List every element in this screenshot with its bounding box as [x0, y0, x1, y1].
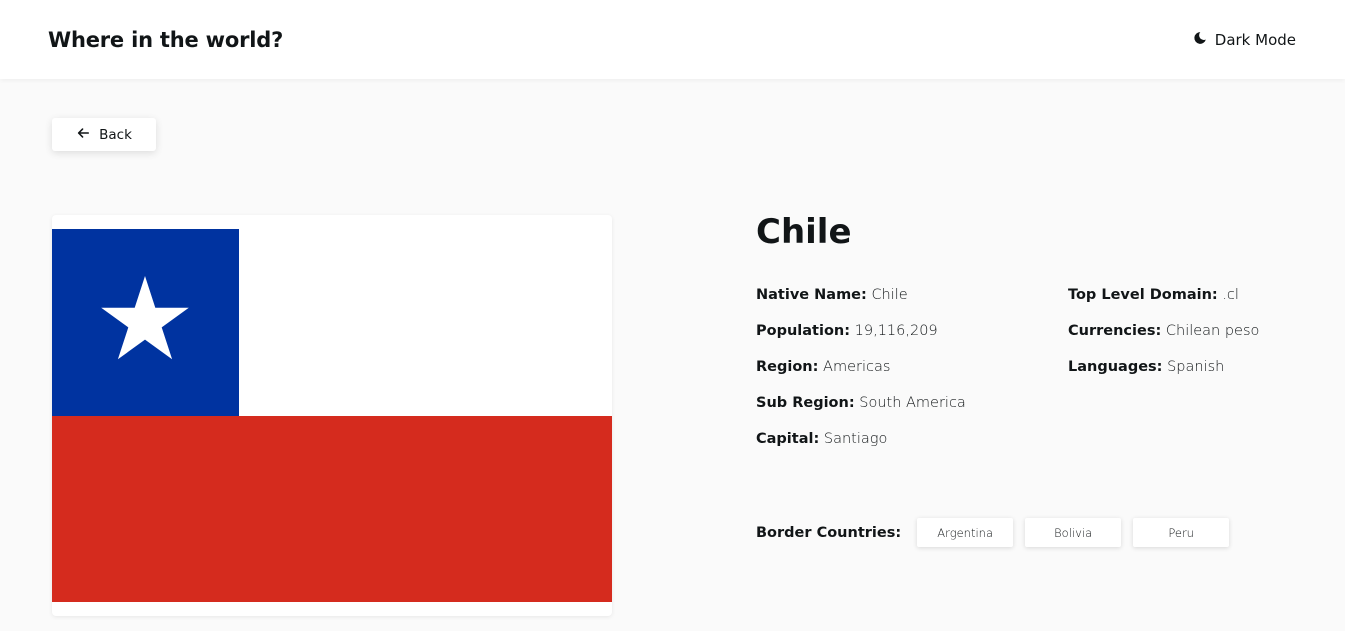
detail-population: Population: 19,116,209	[756, 323, 938, 339]
border-country-bolivia[interactable]: Bolivia	[1025, 518, 1122, 547]
detail-sub-region: Sub Region: South America	[756, 395, 966, 411]
detail-languages: Languages: Spanish	[1068, 359, 1225, 375]
flag-red-band	[52, 416, 612, 602]
detail-capital: Capital: Santiago	[756, 431, 888, 447]
border-countries-label: Border Countries:	[756, 524, 902, 541]
details-left: Native Name: Chile Population: 19,116,20…	[756, 285, 966, 465]
back-button-label: Back	[99, 126, 132, 143]
back-button[interactable]: Back	[52, 118, 156, 151]
details-right: Top Level Domain: .cl Currencies: Chilea…	[1068, 285, 1259, 393]
moon-icon	[1193, 31, 1207, 49]
arrow-left-icon	[76, 126, 90, 144]
country-name: Chile	[756, 212, 852, 252]
flag-card	[52, 215, 612, 616]
border-country-peru[interactable]: Peru	[1133, 518, 1230, 547]
site-header: Where in the world? Dark Mode	[0, 0, 1345, 79]
detail-currencies: Currencies: Chilean peso	[1068, 323, 1260, 339]
dark-mode-label: Dark Mode	[1214, 30, 1296, 49]
detail-native-name: Native Name: Chile	[756, 287, 908, 303]
site-title: Where in the world?	[48, 27, 284, 52]
border-country-argentina[interactable]: Argentina	[917, 518, 1014, 547]
detail-region: Region: Americas	[756, 359, 891, 375]
detail-top-level-domain: Top Level Domain: .cl	[1068, 287, 1239, 303]
border-countries: Border Countries: Argentina Bolivia Peru	[756, 518, 1241, 547]
country-flag	[52, 229, 612, 602]
dark-mode-toggle[interactable]: Dark Mode	[1193, 31, 1296, 49]
